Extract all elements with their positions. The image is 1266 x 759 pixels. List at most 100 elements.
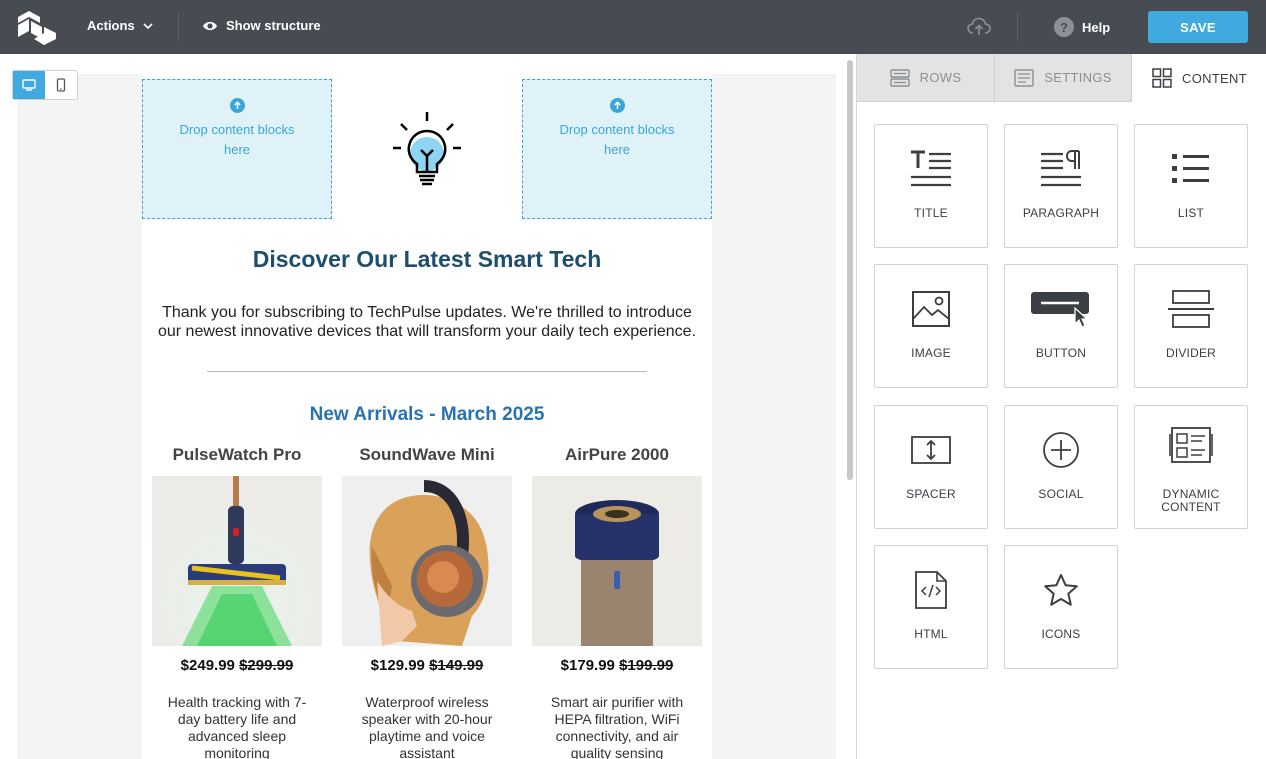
product-price: $129.99 $149.99 — [342, 657, 512, 674]
current-price: $129.99 — [370, 657, 425, 674]
block-paragraph[interactable]: PARAGRAPH — [1004, 124, 1118, 248]
list-icon — [1172, 154, 1209, 183]
mobile-icon — [56, 78, 66, 92]
topbar-divider — [178, 13, 179, 41]
device-toggle — [12, 70, 78, 100]
product-name: AirPure 2000 — [565, 445, 669, 464]
tab-settings-label: SETTINGS — [1044, 70, 1112, 85]
email-subheading[interactable]: New Arrivals - March 2025 — [142, 404, 712, 426]
drop-zone-right[interactable]: Drop content blocks here — [522, 79, 712, 219]
product-card-soundwave[interactable]: SoundWave Mini $129.99 $149.99 Waterproo… — [342, 445, 512, 759]
email-body: Drop content blocks here Drop content bl… — [142, 74, 712, 759]
actions-menu[interactable]: Actions — [87, 18, 153, 33]
tab-rows[interactable]: ROWS — [857, 54, 995, 102]
block-image[interactable]: IMAGE — [874, 264, 988, 388]
top-bar: Actions Show structure ? Help SAVE — [0, 0, 1266, 54]
canvas-scrollbar[interactable] — [847, 60, 853, 480]
help-label: Help — [1082, 19, 1111, 35]
tab-content-label: CONTENT — [1182, 70, 1247, 86]
current-price: $249.99 — [180, 657, 235, 674]
block-html[interactable]: HTML — [874, 545, 988, 669]
block-icons[interactable]: ICONS — [1004, 545, 1118, 669]
block-label: BUTTON — [1035, 346, 1087, 360]
headphones-illustration — [342, 476, 512, 646]
product-price: $179.99 $199.99 — [532, 657, 702, 674]
drop-zone-text: Drop content blocks here — [559, 122, 675, 157]
save-button[interactable]: SAVE — [1148, 11, 1248, 43]
current-price: $179.99 — [560, 657, 615, 674]
spacer-icon — [911, 436, 951, 464]
block-social[interactable]: SOCIAL — [1004, 405, 1118, 529]
block-label: DYNAMIC CONTENT — [1161, 487, 1221, 514]
block-title[interactable]: TITLE — [874, 124, 988, 248]
image-icon — [912, 291, 950, 327]
product-description: Smart air purifier with HEPA filtration,… — [550, 694, 684, 759]
block-divider[interactable]: DIVIDER — [1134, 264, 1248, 388]
paragraph-icon — [1041, 150, 1081, 187]
button-icon — [1031, 292, 1089, 328]
email-divider[interactable] — [207, 371, 647, 372]
block-dynamic-content[interactable]: DYNAMIC CONTENT — [1134, 405, 1248, 529]
settings-icon — [1014, 68, 1034, 87]
drop-zone-text: Drop content blocks here — [179, 122, 295, 157]
block-spacer[interactable]: SPACER — [874, 405, 988, 529]
lightbulb-icon — [393, 112, 461, 186]
product-description: Waterproof wireless speaker with 20-hour… — [361, 694, 493, 759]
block-list[interactable]: LIST — [1134, 124, 1248, 248]
block-label: IMAGE — [911, 346, 951, 360]
mobile-view-button[interactable] — [45, 71, 77, 99]
star-icon — [1044, 574, 1078, 606]
help-button[interactable]: ? Help — [1054, 17, 1110, 37]
rows-icon — [889, 68, 910, 87]
old-price: $299.99 — [239, 657, 294, 674]
show-structure-toggle[interactable]: Show structure — [202, 18, 321, 33]
divider-icon — [1168, 290, 1214, 328]
air-purifier-illustration — [532, 476, 702, 646]
eye-icon — [203, 21, 217, 30]
product-card-airpure[interactable]: AirPure 2000 $179.99 $199.99 Smart air p… — [532, 445, 702, 759]
app-logo-icon[interactable] — [16, 9, 58, 46]
email-intro-paragraph[interactable]: Thank you for subscribing to TechPulse u… — [152, 303, 702, 341]
tab-content[interactable]: CONTENT — [1132, 54, 1266, 102]
drop-zone-left[interactable]: Drop content blocks here — [142, 79, 332, 219]
block-label: SPACER — [906, 487, 956, 501]
product-price: $249.99 $299.99 — [152, 657, 322, 674]
content-panel: ROWS SETTINGS CONTENT TITLE PARAGRAPH LI… — [856, 54, 1266, 759]
chevron-down-icon — [143, 22, 153, 29]
topbar-divider — [1017, 13, 1018, 41]
title-icon — [911, 150, 951, 187]
desktop-view-button[interactable] — [13, 71, 45, 99]
show-structure-label: Show structure — [226, 18, 321, 33]
block-label: LIST — [1177, 206, 1205, 220]
vacuum-illustration — [152, 476, 322, 646]
product-name: PulseWatch Pro — [172, 445, 302, 464]
product-image-vacuum[interactable] — [152, 476, 322, 646]
tab-rows-label: ROWS — [919, 70, 962, 85]
block-label: HTML — [914, 627, 948, 641]
old-price: $149.99 — [429, 657, 484, 674]
help-icon: ? — [1054, 17, 1074, 37]
product-image-headphones[interactable] — [342, 476, 512, 646]
editor-stage: Drop content blocks here Drop content bl… — [0, 54, 856, 759]
block-label: DIVIDER — [1165, 346, 1217, 360]
block-label: TITLE — [914, 206, 948, 220]
block-button[interactable]: BUTTON — [1004, 264, 1118, 388]
email-headline[interactable]: Discover Our Latest Smart Tech — [142, 246, 712, 273]
tab-settings[interactable]: SETTINGS — [995, 54, 1132, 102]
dynamic-content-icon — [1169, 427, 1213, 463]
arrow-up-icon — [229, 98, 245, 113]
desktop-icon — [22, 79, 36, 91]
product-image-air-purifier[interactable] — [532, 476, 702, 646]
block-label: ICONS — [1041, 627, 1081, 641]
html-icon — [915, 571, 947, 609]
panel-tabs: ROWS SETTINGS CONTENT — [857, 54, 1266, 102]
actions-label: Actions — [87, 18, 135, 33]
block-label: PARAGRAPH — [1022, 206, 1100, 220]
social-icon — [1043, 432, 1079, 468]
product-card-pulsewatch[interactable]: PulseWatch Pro $249.99 $299.99 Health tr… — [152, 445, 322, 759]
product-description: Health tracking with 7-day battery life … — [167, 694, 307, 759]
content-grid-icon — [1152, 68, 1172, 88]
product-name: SoundWave Mini — [359, 445, 495, 464]
old-price: $199.99 — [619, 657, 674, 674]
cloud-upload-icon[interactable] — [966, 15, 992, 39]
